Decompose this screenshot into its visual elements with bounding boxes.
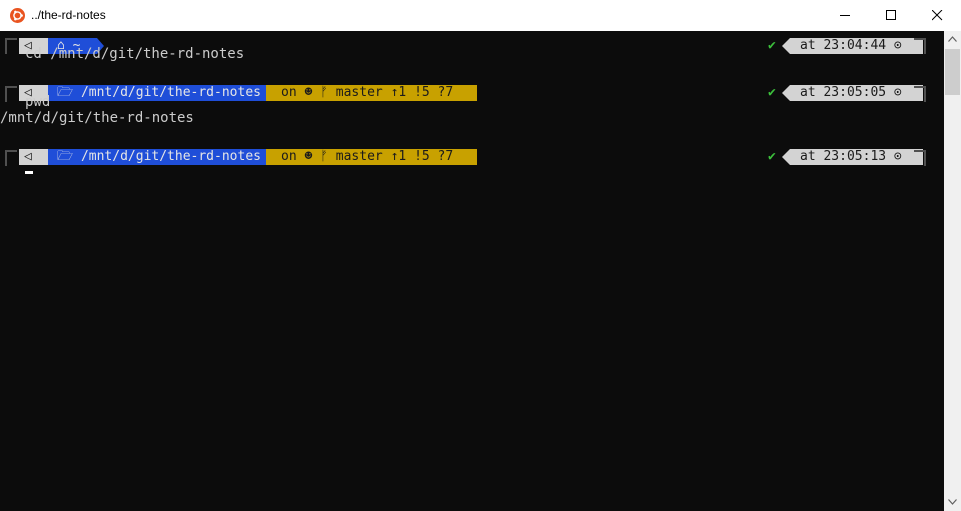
prompt-frame-top-left [5, 38, 17, 54]
terminal-area[interactable] [0, 31, 944, 511]
window-title: ../the-rd-notes [31, 8, 106, 22]
prompt-frame-top-left [5, 86, 17, 102]
clock-icon: ⊙ [893, 149, 902, 164]
ahead-count: ↑1 [390, 85, 407, 100]
branch-icon: ᚠ [320, 85, 328, 100]
path-segment: 🗁 /mnt/d/git/the-rd-notes [48, 85, 266, 101]
time-text: at 23:04:44 [800, 38, 887, 53]
time-segment: at 23:04:44 ⊙ [790, 38, 923, 54]
time-segment: at 23:05:05 ⊙ [790, 85, 923, 101]
scroll-thumb[interactable] [945, 49, 960, 95]
git-segment: on ☻ ᚠ master ↑1 !5 ?7 [266, 85, 477, 101]
branch-icon: ᚠ [320, 149, 328, 164]
branch-name: master [335, 149, 383, 164]
scroll-up-button[interactable] [944, 31, 961, 48]
status-ok-icon: ✔ [768, 149, 776, 164]
clock-icon: ⊙ [893, 38, 902, 53]
command-text: cd /mnt/d/git/the-rd-notes [25, 46, 245, 62]
folder-icon: 🗁 [57, 149, 81, 164]
output-text: /mnt/d/git/the-rd-notes [0, 110, 194, 126]
time-text: at 23:05:05 [800, 85, 887, 100]
modified-count: !5 [414, 149, 430, 164]
minimize-button[interactable] [823, 0, 869, 31]
path-text: /mnt/d/git/the-rd-notes [80, 85, 261, 100]
time-text: at 23:05:13 [800, 149, 887, 164]
clock-icon: ⊙ [893, 85, 902, 100]
untracked-count: ?7 [437, 85, 454, 100]
modified-count: !5 [414, 85, 430, 100]
ahead-count: ↑1 [390, 149, 407, 164]
os-segment: ◁ [19, 149, 48, 165]
command-text: pwd [25, 94, 51, 110]
prompt-frame-top-right [914, 150, 926, 166]
prompt-line: ◁ 🗁 /mnt/d/git/the-rd-notes on ☻ ᚠ maste… [0, 142, 944, 165]
path-segment: 🗁 /mnt/d/git/the-rd-notes [48, 149, 266, 165]
close-button[interactable] [915, 0, 961, 31]
prompt-frame-top-right [914, 86, 926, 102]
untracked-count: ?7 [437, 149, 454, 164]
branch-name: master [335, 85, 383, 100]
path-text: /mnt/d/git/the-rd-notes [80, 149, 261, 164]
vertical-scrollbar[interactable] [944, 31, 961, 511]
maximize-button[interactable] [869, 0, 915, 31]
text-cursor [25, 171, 33, 174]
github-icon: ☻ [304, 85, 313, 100]
github-icon: ☻ [304, 149, 313, 164]
time-segment: at 23:05:13 ⊙ [790, 149, 923, 165]
prompt-line: ◁ 🗁 /mnt/d/git/the-rd-notes on ☻ ᚠ maste… [0, 78, 944, 101]
folder-icon: 🗁 [57, 85, 81, 100]
scroll-down-button[interactable] [944, 494, 961, 511]
status-ok-icon: ✔ [768, 85, 776, 100]
status-ok-icon: ✔ [768, 38, 776, 53]
prompt-frame-top-left [5, 150, 17, 166]
prompt-frame-top-right [914, 38, 926, 54]
os-icon: ◁ [24, 149, 32, 164]
title-bar: ../the-rd-notes [0, 0, 961, 32]
git-segment: on ☻ ᚠ master ↑1 !5 ?7 [266, 149, 477, 165]
ubuntu-icon[interactable] [10, 8, 25, 23]
